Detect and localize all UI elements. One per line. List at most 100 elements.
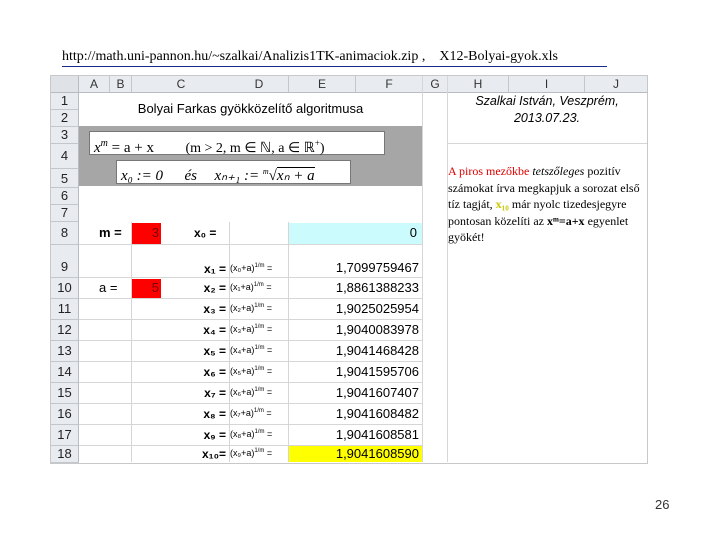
- gridline: [79, 403, 422, 404]
- x5-value: 1,9041468428: [335, 343, 419, 358]
- x6-formula: (x₅+a)1/m =: [230, 366, 273, 376]
- x2-label: x₂ =: [203, 281, 226, 295]
- equation-box: xm = a + x (m > 2, m ∈ ℕ, a ∈ ℝ+): [89, 131, 385, 156]
- page-number: 26: [655, 497, 670, 512]
- row-header-17[interactable]: 17: [51, 425, 79, 446]
- rec-init: x₀ := 0: [121, 168, 163, 184]
- eq-close: ): [319, 141, 325, 156]
- column-header-d[interactable]: D: [230, 76, 289, 93]
- row-header-18[interactable]: 18: [51, 446, 79, 463]
- gridline: [131, 222, 132, 462]
- row-header-14[interactable]: 14: [51, 362, 79, 383]
- m-label: m =: [99, 225, 122, 240]
- eq-lhs: x: [94, 140, 101, 156]
- note-part-1: A piros mezőkbe: [448, 164, 530, 178]
- x3-label: x₃ =: [203, 302, 226, 316]
- file-name: X12-Bolyai-gyok.xls: [439, 49, 558, 64]
- column-header-c[interactable]: C: [132, 76, 231, 93]
- rec-radicand: xₙ + a: [276, 167, 315, 184]
- author-date: 2013.07.23.: [513, 111, 581, 125]
- x9-value: 1,9041608581: [335, 427, 419, 442]
- x7-formula: (x₆+a)1/m =: [230, 387, 273, 397]
- select-all-corner[interactable]: [51, 76, 79, 93]
- gridline: [79, 361, 422, 362]
- x2-value: 1,8861388233: [335, 280, 419, 295]
- url-text: http://math.uni-pannon.hu/~szalkai/Anali…: [62, 49, 426, 64]
- radical-icon: √: [268, 168, 277, 184]
- x8-label: x₈ =: [203, 407, 226, 421]
- eq-exponent: m: [100, 138, 108, 149]
- note-part-4: x₁₀: [495, 197, 509, 212]
- x8-value: 1,9041608482: [335, 406, 419, 421]
- x4-value: 1,9040083978: [335, 322, 419, 337]
- x0-label: x₀ =: [194, 226, 217, 240]
- row-header-4[interactable]: 4: [51, 144, 79, 169]
- a-label: a =: [99, 280, 118, 295]
- x7-label: x₇ =: [204, 386, 226, 400]
- row-header-13[interactable]: 13: [51, 341, 79, 362]
- column-header-j[interactable]: J: [585, 76, 648, 93]
- x0-value: 0: [409, 225, 417, 240]
- x2-formula: (x₁+a)1/m =: [230, 282, 272, 292]
- gridline: [79, 340, 422, 341]
- author-name: Szalkai István, Veszprém,: [475, 94, 619, 108]
- x5-label: x₅ =: [203, 344, 226, 358]
- recursion-box: x₀ := 0 és xₙ₊₁ := m√xₙ + a: [116, 160, 351, 184]
- x9-formula: (x₈+a)1/m =: [230, 429, 273, 439]
- source-url: http://math.uni-pannon.hu/~szalkai/Anali…: [62, 49, 607, 67]
- x4-formula: (x₃+a)1/m =: [230, 324, 273, 334]
- instruction-note: A piros mezőkbe tetszőleges pozitív szám…: [448, 163, 642, 246]
- x1-label: x₁ =: [204, 262, 226, 276]
- row-header-7[interactable]: 7: [51, 205, 79, 222]
- gridline: [79, 277, 422, 278]
- a-value[interactable]: 5: [132, 280, 159, 295]
- column-header-f[interactable]: F: [356, 76, 423, 93]
- x1-value: 1,7099759467: [335, 260, 419, 275]
- column-header-e[interactable]: E: [289, 76, 356, 93]
- rec-next: xₙ₊₁ :=: [214, 168, 263, 184]
- x5-formula: (x₄+a)1/m =: [230, 345, 273, 355]
- x1-formula: (x₀+a)1/m =: [230, 263, 273, 273]
- column-header-i[interactable]: I: [509, 76, 585, 93]
- row-header-8[interactable]: 8: [51, 222, 79, 245]
- row-header-2[interactable]: 2: [51, 110, 79, 127]
- x10-value: 1,9041608590: [335, 446, 419, 461]
- x8-formula: (x₇+a)1/m =: [230, 408, 272, 418]
- gridline: [229, 222, 230, 462]
- x4-label: x₄ =: [203, 323, 226, 337]
- column-header-b[interactable]: B: [110, 76, 132, 93]
- column-header-a[interactable]: A: [79, 76, 110, 93]
- row-header-9[interactable]: 9: [51, 245, 79, 278]
- sheet-title: Bolyai Farkas gyökközelítő algoritmusa: [137, 101, 364, 116]
- spreadsheet: A B C D E F G H I J 1 2 3 4 5 6 7 8 9 10…: [50, 75, 648, 464]
- row-header-15[interactable]: 15: [51, 383, 79, 404]
- eq-conditions: (m > 2, m ∈ ℕ, a ∈ ℝ: [185, 141, 315, 156]
- x3-formula: (x₂+a)1/m =: [230, 303, 273, 313]
- gridline: [447, 76, 448, 462]
- gridline: [79, 244, 422, 245]
- row-header-11[interactable]: 11: [51, 299, 79, 320]
- x9-label: x₉ =: [203, 428, 226, 442]
- gridline: [422, 76, 423, 462]
- row-header-5[interactable]: 5: [51, 169, 79, 188]
- row-header-6[interactable]: 6: [51, 188, 79, 205]
- gridline: [79, 382, 422, 383]
- note-part-2: tetszőleges: [532, 164, 585, 178]
- x10-formula: (x₉+a)1/m =: [230, 448, 273, 458]
- gridline: [288, 222, 289, 462]
- m-value[interactable]: 3: [132, 225, 159, 240]
- row-header-16[interactable]: 16: [51, 404, 79, 425]
- gridline: [79, 424, 422, 425]
- note-part-6: xᵐ=a+x: [546, 213, 585, 228]
- row-header-12[interactable]: 12: [51, 320, 79, 341]
- gridline: [448, 143, 647, 144]
- rec-and: és: [184, 168, 198, 184]
- row-header-10[interactable]: 10: [51, 278, 79, 299]
- row-header-3[interactable]: 3: [51, 127, 79, 144]
- gridline: [79, 319, 422, 320]
- column-header-h[interactable]: H: [448, 76, 509, 93]
- row-header-1[interactable]: 1: [51, 93, 79, 110]
- column-header-g[interactable]: G: [423, 76, 448, 93]
- x3-value: 1,9025025954: [335, 301, 419, 316]
- author-note: Szalkai István, Veszprém, 2013.07.23.: [448, 93, 646, 127]
